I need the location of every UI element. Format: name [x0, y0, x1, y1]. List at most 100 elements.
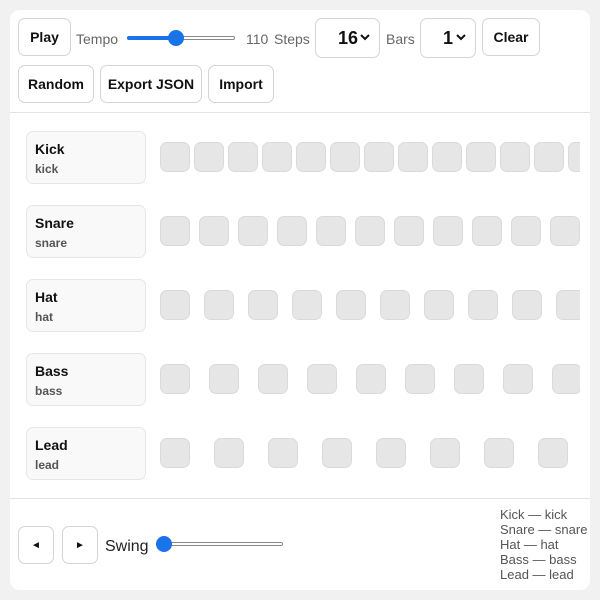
step-cell[interactable]	[556, 290, 580, 320]
step-cell[interactable]	[322, 438, 352, 468]
track-label-lead: Lead lead	[26, 427, 146, 480]
step-cell[interactable]	[503, 364, 533, 394]
tempo-value: 110	[246, 31, 269, 47]
step-cell[interactable]	[160, 290, 190, 320]
bars-select[interactable]: 1	[420, 18, 476, 58]
track-id: hat	[35, 310, 53, 324]
step-cell[interactable]	[552, 364, 580, 394]
track-name: Kick	[35, 141, 65, 157]
track-id: bass	[35, 384, 63, 398]
prev-button[interactable]: ◄	[18, 526, 54, 564]
step-cell[interactable]	[512, 290, 542, 320]
track-id: kick	[35, 162, 59, 176]
tempo-slider-thumb[interactable]	[168, 30, 184, 46]
step-cell[interactable]	[380, 290, 410, 320]
step-cell[interactable]	[160, 142, 190, 172]
step-cell[interactable]	[160, 438, 190, 468]
step-grid-kick	[159, 142, 580, 174]
step-cell[interactable]	[228, 142, 258, 172]
step-cell[interactable]	[376, 438, 406, 468]
legend-item: Lead — lead	[500, 567, 574, 582]
step-cell[interactable]	[500, 142, 530, 172]
step-cell[interactable]	[538, 438, 568, 468]
step-cell[interactable]	[355, 216, 385, 246]
step-cell[interactable]	[268, 438, 298, 468]
track-label-kick: Kick kick	[26, 131, 146, 184]
step-cell[interactable]	[468, 290, 498, 320]
step-cell[interactable]	[214, 438, 244, 468]
step-cell[interactable]	[316, 216, 346, 246]
legend-item: Snare — snare	[500, 522, 588, 537]
step-cell[interactable]	[405, 364, 435, 394]
step-cell[interactable]	[194, 142, 224, 172]
track-label-snare: Snare snare	[26, 205, 146, 258]
step-grid-lead	[159, 438, 580, 470]
legend-item: Hat — hat	[500, 537, 559, 552]
step-cell[interactable]	[160, 216, 190, 246]
steps-label: Steps	[274, 31, 310, 47]
step-grid-hat	[159, 290, 580, 322]
step-grid-snare	[159, 216, 580, 248]
step-cell[interactable]	[262, 142, 292, 172]
steps-select-value: 16	[338, 27, 359, 48]
chevron-down-icon	[360, 34, 370, 41]
track-id: lead	[35, 458, 60, 472]
swing-slider-thumb[interactable]	[156, 536, 172, 552]
step-cell[interactable]	[466, 142, 496, 172]
step-cell[interactable]	[484, 438, 514, 468]
legend-item: Kick — kick	[500, 507, 568, 522]
clear-button[interactable]: Clear	[482, 18, 540, 56]
swing-slider-track	[156, 542, 283, 546]
bars-select-value: 1	[443, 27, 454, 48]
left-arrow-icon: ◄	[31, 539, 41, 551]
sequencer-card: Play Tempo 110 Steps 16 Bars 1 Clear Ran…	[10, 10, 590, 590]
swing-label: Swing	[105, 538, 149, 555]
step-cell[interactable]	[432, 142, 462, 172]
step-cell[interactable]	[258, 364, 288, 394]
step-cell[interactable]	[394, 216, 424, 246]
export-json-button[interactable]: Export JSON	[100, 65, 202, 103]
play-button[interactable]: Play	[18, 18, 71, 56]
step-cell[interactable]	[433, 216, 463, 246]
step-cell[interactable]	[364, 142, 394, 172]
right-arrow-icon: ►	[75, 539, 85, 551]
step-cell[interactable]	[511, 216, 541, 246]
step-cell[interactable]	[398, 142, 428, 172]
chevron-down-icon	[456, 34, 466, 41]
tempo-slider[interactable]	[127, 30, 235, 46]
step-cell[interactable]	[424, 290, 454, 320]
step-cell[interactable]	[209, 364, 239, 394]
step-cell[interactable]	[430, 438, 460, 468]
track-id: snare	[35, 236, 68, 250]
step-cell[interactable]	[292, 290, 322, 320]
steps-select[interactable]: 16	[315, 18, 380, 58]
step-cell[interactable]	[454, 364, 484, 394]
step-cell[interactable]	[568, 142, 580, 172]
footer-divider	[10, 498, 590, 499]
track-name: Hat	[35, 289, 58, 305]
bars-label: Bars	[386, 31, 415, 47]
step-cell[interactable]	[277, 216, 307, 246]
step-cell[interactable]	[199, 216, 229, 246]
next-button[interactable]: ►	[62, 526, 98, 564]
step-cell[interactable]	[550, 216, 580, 246]
step-cell[interactable]	[238, 216, 268, 246]
legend-item: Bass — bass	[500, 552, 577, 567]
step-cell[interactable]	[160, 364, 190, 394]
swing-slider[interactable]	[156, 536, 283, 552]
step-cell[interactable]	[307, 364, 337, 394]
track-name: Snare	[35, 215, 74, 231]
step-cell[interactable]	[330, 142, 360, 172]
step-cell[interactable]	[356, 364, 386, 394]
step-cell[interactable]	[472, 216, 502, 246]
step-cell[interactable]	[204, 290, 234, 320]
toolbar-divider	[10, 112, 590, 113]
import-button[interactable]: Import	[208, 65, 274, 103]
step-cell[interactable]	[336, 290, 366, 320]
step-cell[interactable]	[248, 290, 278, 320]
step-cell[interactable]	[296, 142, 326, 172]
random-button[interactable]: Random	[18, 65, 94, 103]
track-name: Lead	[35, 437, 68, 453]
track-label-hat: Hat hat	[26, 279, 146, 332]
step-cell[interactable]	[534, 142, 564, 172]
